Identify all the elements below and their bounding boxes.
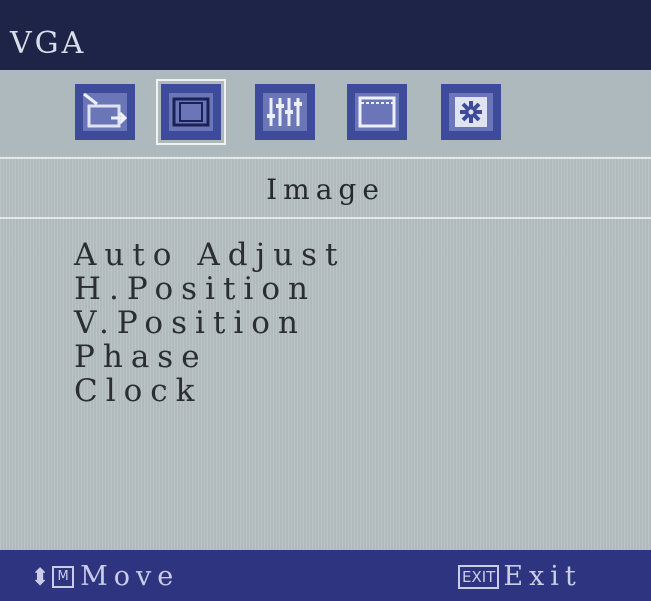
tab-osd[interactable] [347, 84, 407, 140]
input-source-icon [83, 92, 128, 131]
menu-item-clock[interactable]: Clock [74, 376, 346, 410]
up-down-arrow-icon: ⬍ [30, 562, 51, 591]
category-tab-bar [0, 70, 651, 156]
gear-settings-icon [449, 93, 493, 131]
exit-hint[interactable]: EXIT Exit [458, 561, 582, 592]
image-window-icon [169, 93, 213, 131]
tab-image[interactable] [156, 79, 226, 145]
menu-key-icon: M [52, 565, 75, 588]
menu-item-v-position[interactable]: V.Position [74, 308, 346, 342]
tab-input-source[interactable] [75, 84, 135, 140]
tab-settings[interactable] [441, 84, 501, 140]
section-title: Image [266, 173, 385, 206]
tab-color[interactable] [255, 84, 315, 140]
exit-key-icon: EXIT [458, 564, 500, 589]
menu-item-phase[interactable]: Phase [74, 342, 346, 376]
input-source-title: VGA [10, 26, 87, 61]
move-label: Move [80, 561, 180, 592]
equalizer-sliders-icon [263, 93, 307, 131]
separator-top [0, 157, 651, 159]
osd-screen-icon [355, 93, 399, 131]
move-hint: ⬍ M Move [30, 561, 179, 592]
menu-item-auto-adjust[interactable]: Auto Adjust [74, 240, 346, 274]
osd-menu: VGA Image Auto Adjust H.Position V.Posit… [0, 0, 651, 601]
image-menu-list: Auto Adjust H.Position V.Position Phase … [74, 240, 346, 410]
exit-label: Exit [503, 561, 582, 592]
menu-item-h-position[interactable]: H.Position [74, 274, 346, 308]
footer-bar: ⬍ M Move EXIT Exit [0, 550, 651, 601]
separator-bottom [0, 217, 651, 219]
title-bar: VGA [0, 0, 651, 70]
